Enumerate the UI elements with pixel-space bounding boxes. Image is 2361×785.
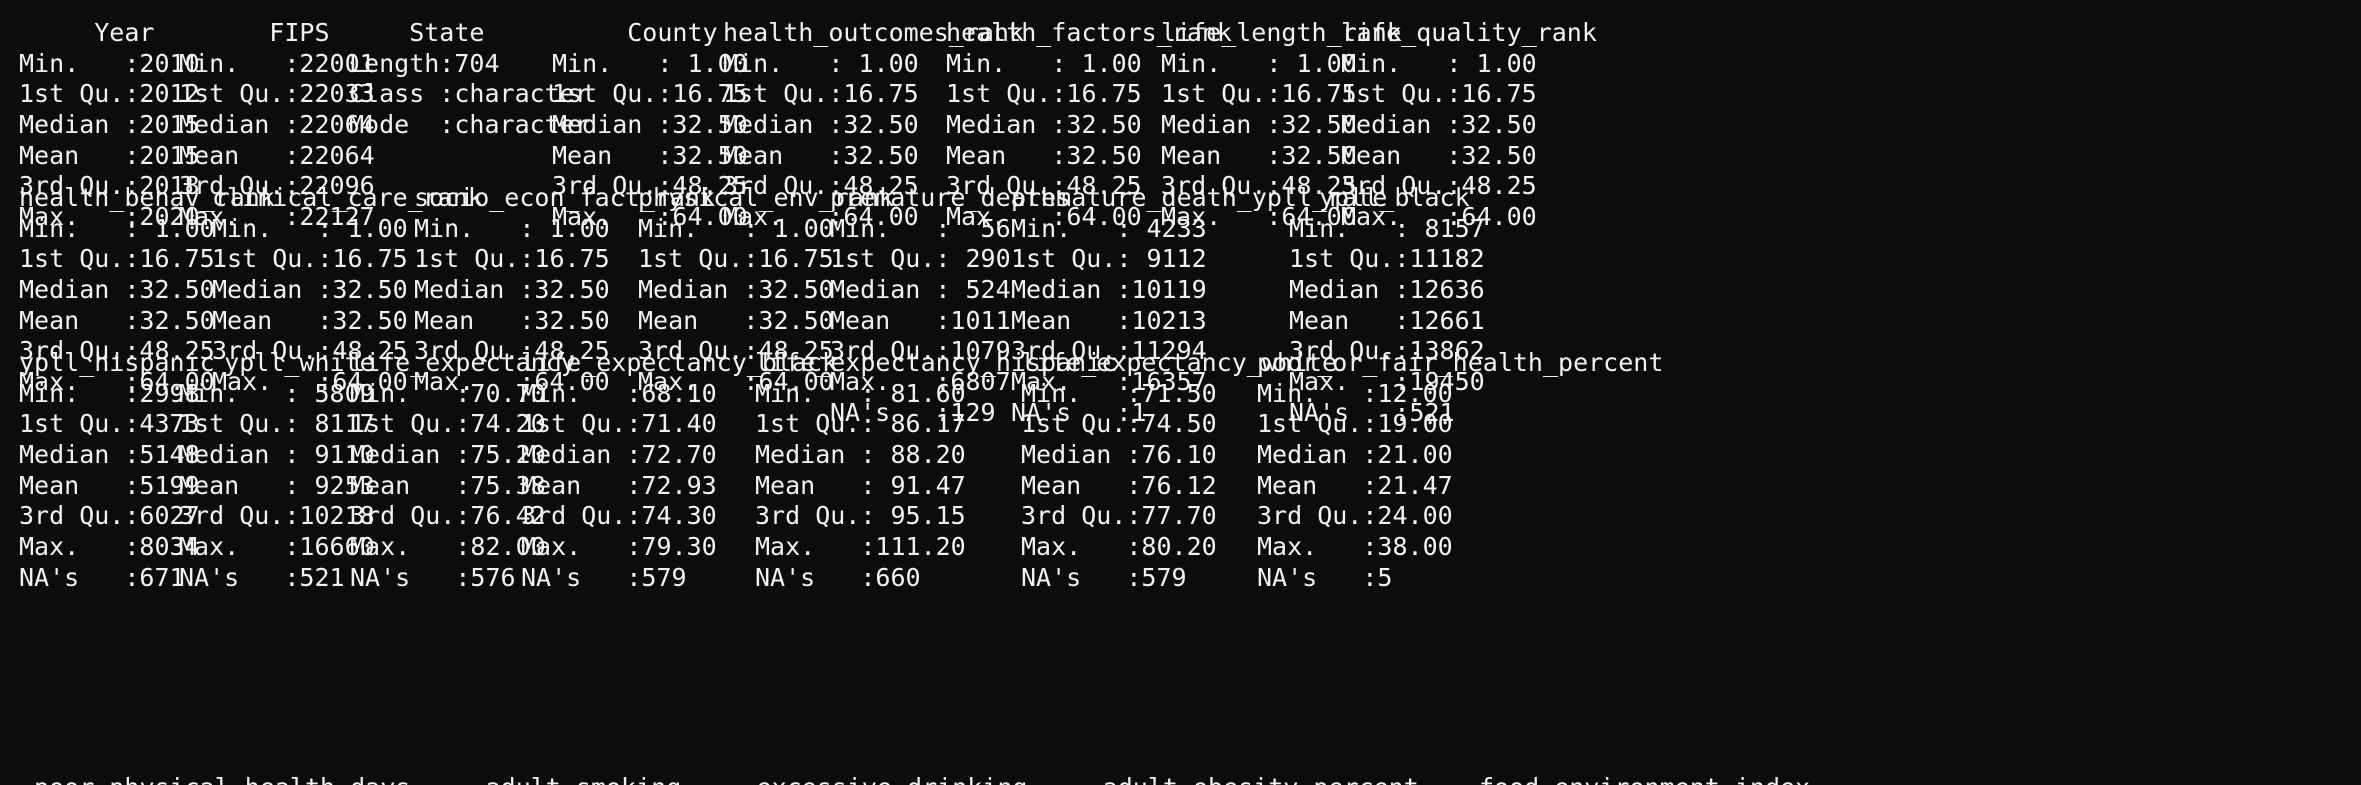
summary-stat-line: 3rd Qu.:24.00: [1257, 501, 1453, 531]
cut-off-header-line: poor_physical_health_days adult_smoking …: [19, 773, 1885, 785]
summary-column: ypll_white Min. : 5809 1st Qu.: 8117 Median…: [179, 348, 375, 594]
column-header: ypll_white: [179, 348, 375, 377]
summary-stat-line: Median :2015: [19, 110, 200, 140]
column-header: County: [552, 18, 718, 47]
column-header: poor_or_fair_health_percent: [1257, 348, 1664, 377]
summary-stat-line: Mean :12661: [1289, 305, 1485, 335]
summary-stat-line: 1st Qu.:19.00: [1257, 409, 1453, 439]
summary-stat-line: 1st Qu.:2012: [19, 79, 200, 109]
summary-stat-line: Mean :32.50: [1341, 140, 1537, 170]
summary-stat-line: Median :21.00: [1257, 440, 1453, 470]
summary-stat-line: Mean :21.47: [1257, 470, 1453, 500]
summary-stat-line: 1st Qu.:16.75: [1341, 79, 1537, 109]
summary-stat-line: Min. : 1.00: [1341, 48, 1537, 78]
summary-stat-line: Mean :32.50: [552, 140, 748, 170]
summary-stat-line: 1st Qu.:11182: [1289, 244, 1485, 274]
column-header: FIPS: [179, 18, 330, 47]
summary-stat-line: Mean : 9253: [179, 470, 375, 500]
summary-stat-line: Median :22064: [179, 110, 375, 140]
summary-stat-line: Median :12636: [1289, 275, 1485, 305]
summary-stat-line: 1st Qu.:16.75: [552, 79, 748, 109]
column-header: Year: [19, 18, 155, 47]
summary-stat-line: Median :32.50: [1341, 110, 1537, 140]
summary-stat-line: Min. : 8157: [1289, 213, 1485, 243]
summary-stat-line: Mean :2015: [19, 140, 200, 170]
r-console-output: Year Min. :2010 1st Qu.:2012 Median :2015 Me…: [0, 0, 2361, 785]
summary-stat-line: Min. :22001: [179, 48, 375, 78]
column-header: ypll_black: [1289, 183, 1470, 212]
summary-stat-line: Median :32.50: [552, 110, 748, 140]
summary-stat-line: Max. :16660: [179, 532, 375, 562]
summary-stat-line: Mean :22064: [179, 140, 375, 170]
summary-stat-line: Min. : 1.00: [552, 48, 748, 78]
summary-stat-line: 1st Qu.: 8117: [179, 409, 375, 439]
summary-stat-line: NA's :521: [179, 562, 345, 592]
summary-stat-line: Max. :38.00: [1257, 532, 1453, 562]
summary-stat-line: Min. : 5809: [179, 378, 375, 408]
column-header: life_quality_rank: [1341, 18, 1597, 47]
summary-column: poor_or_fair_health_percent Min. :12.00 1s…: [1257, 348, 1663, 594]
summary-stat-line: NA's :5: [1257, 562, 1393, 592]
summary-stat-line: Median : 9110: [179, 440, 375, 470]
summary-stat-line: Min. :12.00: [1257, 378, 1453, 408]
summary-stat-line: 3rd Qu.:10218: [179, 501, 375, 531]
summary-stat-line: 1st Qu.:22033: [179, 79, 375, 109]
summary-stat-line: Min. :2010: [19, 48, 200, 78]
